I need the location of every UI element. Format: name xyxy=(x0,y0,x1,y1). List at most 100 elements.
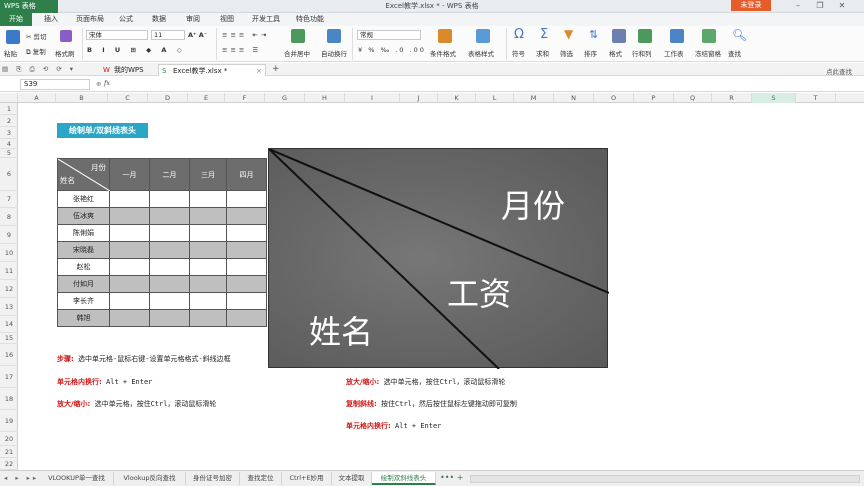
column-header[interactable]: M xyxy=(514,93,554,103)
merge-icon[interactable] xyxy=(291,29,305,43)
data-cell[interactable] xyxy=(189,207,227,225)
cut-button[interactable]: ✂ 剪切 xyxy=(26,31,47,41)
menu-insert[interactable]: 插入 xyxy=(36,13,66,26)
data-cell[interactable] xyxy=(226,309,267,327)
data-cell[interactable] xyxy=(109,258,150,276)
data-cell[interactable] xyxy=(189,241,227,259)
column-header[interactable]: A xyxy=(18,93,56,103)
align-icons[interactable]: ≡≡≡ ⇤⇥ xyxy=(222,31,269,39)
font-grow-icon[interactable]: A⁺ A⁻ xyxy=(188,31,207,39)
row-header[interactable]: 14 xyxy=(0,316,18,333)
filter-icon[interactable]: ▼ xyxy=(564,27,573,41)
sheet-tab[interactable]: Ctrl+E妙用 xyxy=(282,472,332,485)
data-cell[interactable] xyxy=(149,275,190,293)
data-cell[interactable] xyxy=(226,207,267,225)
table-style-icon[interactable] xyxy=(476,29,490,43)
column-header[interactable]: B xyxy=(56,93,108,103)
data-cell[interactable] xyxy=(189,190,227,208)
cond-format-icon[interactable] xyxy=(438,29,452,43)
select-all-corner[interactable] xyxy=(0,93,18,103)
freeze-button[interactable]: 冻结窗格 xyxy=(695,48,721,58)
data-cell[interactable] xyxy=(149,224,190,242)
data-cell[interactable] xyxy=(149,190,190,208)
row-header[interactable]: 21 xyxy=(0,446,18,458)
data-cell[interactable] xyxy=(149,207,190,225)
row-header[interactable]: 20 xyxy=(0,432,18,446)
column-header[interactable]: J xyxy=(400,93,438,103)
column-header[interactable]: Q xyxy=(674,93,712,103)
format-icon[interactable] xyxy=(612,29,626,43)
rowcol-button[interactable]: 行和列 xyxy=(632,48,652,58)
column-header[interactable]: I xyxy=(345,93,400,103)
row-header[interactable]: 18 xyxy=(0,388,18,410)
name-cell[interactable]: 伍冰爽 xyxy=(57,207,110,225)
sheet-tab[interactable]: VLOOKUP单一查找 xyxy=(40,472,114,485)
format-painter-button[interactable]: 格式刷 xyxy=(55,48,75,58)
freeze-icon[interactable] xyxy=(702,29,716,43)
cond-format-button[interactable]: 条件格式 xyxy=(430,48,456,58)
row-header[interactable]: 17 xyxy=(0,366,18,388)
name-cell[interactable]: 宋晓磊 xyxy=(57,241,110,259)
sum-icon[interactable]: Σ xyxy=(540,27,548,42)
row-header[interactable]: 10 xyxy=(0,244,18,262)
data-cell[interactable] xyxy=(109,275,150,293)
wrap-icon[interactable] xyxy=(327,29,341,43)
column-header[interactable]: E xyxy=(188,93,225,103)
data-cell[interactable] xyxy=(226,190,267,208)
font-select[interactable]: 宋体 xyxy=(86,30,148,40)
menu-data[interactable]: 数据 xyxy=(144,13,174,26)
rowcol-icon[interactable] xyxy=(638,29,652,43)
omega-icon[interactable]: Ω xyxy=(514,27,524,42)
column-header[interactable]: H xyxy=(305,93,345,103)
add-tab-icon[interactable]: + xyxy=(272,64,280,74)
font-style-icons[interactable]: B I U ⊞ ◆ A ◇ xyxy=(87,46,186,54)
data-cell[interactable] xyxy=(149,258,190,276)
diagonal-header-cell[interactable]: 月份 姓名 xyxy=(57,158,110,191)
row-header[interactable]: 22 xyxy=(0,458,18,470)
data-cell[interactable] xyxy=(189,224,227,242)
sheet-tab-active[interactable]: 绘制双斜线表头 xyxy=(372,472,436,485)
row-header[interactable]: 11 xyxy=(0,262,18,280)
sheet-tab[interactable]: 身份证号加密 xyxy=(186,472,240,485)
column-header[interactable]: O xyxy=(594,93,634,103)
font-size-select[interactable]: 11 xyxy=(151,30,185,40)
menu-formula[interactable]: 公式 xyxy=(112,13,140,26)
month-header[interactable]: 四月 xyxy=(226,158,267,191)
column-header[interactable]: L xyxy=(476,93,514,103)
month-header[interactable]: 一月 xyxy=(109,158,150,191)
search-link[interactable]: 点此查找 xyxy=(826,66,852,76)
sheet-tab[interactable]: 文本提取 xyxy=(332,472,372,485)
login-button[interactable]: 未登录 xyxy=(731,0,771,11)
data-cell[interactable] xyxy=(109,292,150,310)
column-header-selected[interactable]: S xyxy=(752,93,796,103)
close-tab-icon[interactable]: × xyxy=(256,65,262,77)
format-button[interactable]: 格式 xyxy=(609,48,622,58)
zoom-q-icon[interactable]: ⊕ xyxy=(96,80,101,88)
menu-view[interactable]: 视图 xyxy=(212,13,242,26)
data-cell[interactable] xyxy=(109,224,150,242)
column-header[interactable]: C xyxy=(108,93,148,103)
row-header[interactable]: 3 xyxy=(0,127,18,139)
data-cell[interactable] xyxy=(189,275,227,293)
row-header[interactable]: 16 xyxy=(0,344,18,366)
data-cell[interactable] xyxy=(189,258,227,276)
filter-button[interactable]: 筛选 xyxy=(560,48,573,58)
sheet-icon[interactable] xyxy=(670,29,684,43)
data-cell[interactable] xyxy=(109,190,150,208)
name-cell[interactable]: 张艳红 xyxy=(57,190,110,208)
data-cell[interactable] xyxy=(149,309,190,327)
paste-icon[interactable] xyxy=(6,30,20,44)
name-cell[interactable]: 陈俐娟 xyxy=(57,224,110,242)
name-cell[interactable]: 韩旭 xyxy=(57,309,110,327)
sheet-tab[interactable]: Vlookup反向查找 xyxy=(114,472,186,485)
column-header[interactable]: R xyxy=(712,93,752,103)
sheet-tab[interactable]: 查找定位 xyxy=(240,472,282,485)
add-sheet-icon[interactable]: ••• + xyxy=(440,473,463,482)
paste-button[interactable]: 粘贴 xyxy=(4,48,17,58)
data-cell[interactable] xyxy=(109,309,150,327)
data-cell[interactable] xyxy=(226,292,267,310)
month-header[interactable]: 二月 xyxy=(149,158,190,191)
sort-button[interactable]: 排序 xyxy=(584,48,597,58)
name-cell[interactable]: 李长齐 xyxy=(57,292,110,310)
formula-input[interactable] xyxy=(120,79,860,90)
